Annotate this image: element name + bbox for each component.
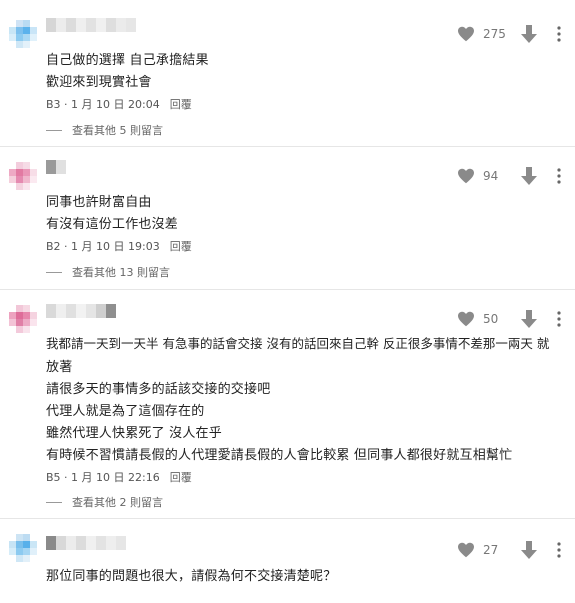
comment-actions: 27 (457, 541, 561, 559)
comment-text-line: 我都請一天到一天半 有急事的話會交接 沒有的話回來自己幹 反正很多事情不差那一兩… (46, 336, 550, 351)
avatar[interactable] (9, 162, 37, 190)
divider (46, 501, 62, 503)
like-count: 275 (483, 27, 506, 41)
heart-icon (458, 311, 474, 327)
view-more-replies[interactable]: 查看其他 13 則留言 (46, 264, 170, 280)
comment-text-line: 那位同事的問題也很大，請假為何不交接清楚呢？ (46, 569, 337, 584)
comment-text-line: 請很多天的事情多的話該交接的交接吧 (46, 382, 271, 397)
username-blurred[interactable] (46, 160, 66, 174)
arrow-down-icon[interactable] (521, 541, 537, 559)
comment-3: 50 我都請一天到一天半 有急事的話會交接 沒有的話回來自己幹 反正很多事情不差… (0, 290, 575, 518)
divider (46, 129, 62, 131)
comment-meta: B3 · 1 月 10 日 20:04 回覆 (46, 96, 192, 112)
floor-and-time: B3 · 1 月 10 日 20:04 (46, 98, 160, 111)
view-more-replies[interactable]: 查看其他 2 則留言 (46, 494, 163, 510)
like-count: 50 (483, 312, 499, 326)
like-button[interactable]: 275 (457, 26, 507, 42)
comment-text-line: 雖然代理人快累死了 沒人在乎 (46, 426, 222, 441)
floor-and-time: B5 · 1 月 10 日 22:16 (46, 471, 160, 484)
avatar[interactable] (9, 534, 37, 562)
comment-actions: 275 (457, 25, 561, 43)
like-button[interactable]: 94 (457, 168, 507, 184)
arrow-down-icon[interactable] (521, 310, 537, 328)
comment-actions: 94 (457, 167, 561, 185)
like-button[interactable]: 27 (457, 542, 507, 558)
comment-text-line: 放著 (46, 360, 73, 375)
comment-4: 27 那位同事的問題也很大，請假為何不交接清楚呢？ (0, 519, 575, 603)
reply-button[interactable]: 回覆 (170, 240, 192, 253)
view-more-replies-label: 查看其他 2 則留言 (72, 496, 163, 509)
comment-meta: B2 · 1 月 10 日 19:03 回覆 (46, 238, 192, 254)
heart-icon (458, 168, 474, 184)
comment-text-line: 有沒有這份工作也沒差 (46, 217, 179, 232)
comment-text-line: 代理人就是為了這個存在的 (46, 404, 205, 419)
like-count: 94 (483, 169, 499, 183)
more-vertical-icon[interactable] (557, 26, 561, 42)
more-vertical-icon[interactable] (557, 168, 561, 184)
floor-and-time: B2 · 1 月 10 日 19:03 (46, 240, 160, 253)
avatar[interactable] (9, 20, 37, 48)
more-vertical-icon[interactable] (557, 311, 561, 327)
username-blurred[interactable] (46, 536, 126, 550)
reply-button[interactable]: 回覆 (170, 98, 192, 111)
heart-icon (458, 26, 474, 42)
view-more-replies-label: 查看其他 13 則留言 (72, 266, 170, 279)
comment-2: 94 同事也許財富自由 有沒有這份工作也沒差 B2 · 1 月 10 日 19:… (0, 147, 575, 289)
comment-text-line: 歡迎來到現實社會 (46, 75, 152, 90)
arrow-down-icon[interactable] (521, 167, 537, 185)
divider (46, 271, 62, 273)
comment-text-line: 同事也許財富自由 (46, 195, 152, 210)
comment-1: 275 自己做的選擇 自己承擔結果 歡迎來到現實社會 B3 · 1 月 10 日… (0, 0, 575, 146)
username-blurred[interactable] (46, 18, 142, 32)
like-count: 27 (483, 543, 499, 557)
view-more-replies[interactable]: 查看其他 5 則留言 (46, 122, 163, 138)
view-more-replies-label: 查看其他 5 則留言 (72, 124, 163, 137)
more-vertical-icon[interactable] (557, 542, 561, 558)
reply-button[interactable]: 回覆 (170, 471, 192, 484)
username-blurred[interactable] (46, 304, 116, 318)
like-button[interactable]: 50 (457, 311, 507, 327)
heart-icon (458, 542, 474, 558)
comment-meta: B5 · 1 月 10 日 22:16 回覆 (46, 469, 192, 485)
comment-text-line: 自己做的選擇 自己承擔結果 (46, 53, 209, 68)
avatar[interactable] (9, 305, 37, 333)
comment-text-line: 有時候不習慣請長假的人代理愛請長假的人會比較累 但同事人都很好就互相幫忙 (46, 448, 513, 463)
comment-actions: 50 (457, 310, 561, 328)
arrow-down-icon[interactable] (521, 25, 537, 43)
